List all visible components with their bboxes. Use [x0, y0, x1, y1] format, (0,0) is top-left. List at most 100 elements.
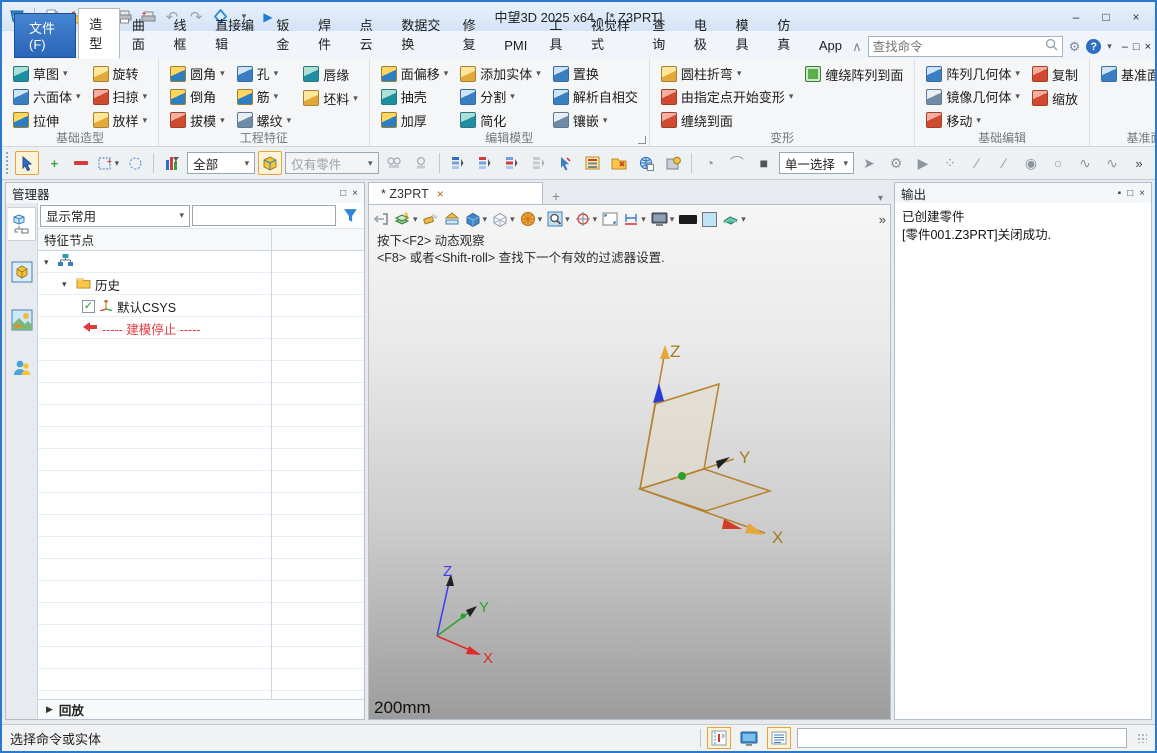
stock-button[interactable]: 坯料 ▾ [300, 86, 361, 110]
sketch-button[interactable]: 草图 ▾ [10, 62, 84, 85]
revolve-button[interactable]: 旋转 [90, 62, 151, 85]
expander-icon[interactable]: ▾ [44, 257, 54, 268]
layer-icon[interactable]: ▾ [394, 209, 418, 229]
face-offset-button[interactable]: 面偏移 ▾ [378, 62, 452, 85]
dialog-launcher-icon[interactable] [637, 136, 646, 144]
output-pin-icon[interactable]: ▪ [1118, 188, 1122, 199]
doc-minimize-button[interactable]: – [1122, 41, 1128, 53]
tree-node-default-csys[interactable]: ✓ 默认CSYS [38, 295, 364, 317]
surface-display-icon[interactable]: ▾ [722, 209, 746, 229]
scale-button[interactable]: 缩放 [1029, 86, 1081, 110]
tab-surface[interactable]: 曲面 [122, 10, 162, 59]
view-manager-tab[interactable] [8, 303, 36, 337]
help-icon[interactable]: ? [1086, 39, 1102, 54]
manager-close-button[interactable]: × [352, 188, 358, 199]
tab-electrode[interactable]: 电极 [684, 10, 724, 59]
help-dropdown-icon[interactable]: ▾ [1107, 42, 1112, 51]
datum-plane-button[interactable]: 基准面▾ [1098, 62, 1155, 86]
manager-restore-button[interactable]: □ [340, 188, 346, 199]
pick-last-icon[interactable] [553, 151, 577, 175]
output-restore-button[interactable]: □ [1127, 188, 1133, 199]
background-blue-swatch[interactable] [702, 209, 718, 229]
pattern-geometry-button[interactable]: 阵列几何体 ▾ [923, 62, 1023, 85]
checkbox-checked[interactable]: ✓ [82, 299, 95, 313]
morph-from-point-button[interactable]: 由指定点开始变形 ▾ [658, 85, 797, 108]
tab-direct-edit[interactable]: 直接编辑 [205, 10, 264, 59]
region-pick-icon[interactable]: ■ [752, 151, 776, 175]
fullscreen-monitor-icon[interactable] [737, 727, 761, 749]
reorder-down-icon[interactable] [499, 151, 523, 175]
pick-cursor-icon[interactable] [15, 151, 40, 175]
output-log[interactable]: 已创建零件 [零件001.Z3PRT]关闭成功. [895, 203, 1151, 719]
wrap-pattern-to-face-button[interactable]: 缠绕阵列到面 [802, 62, 906, 86]
new-document-tab-button[interactable]: + [543, 188, 569, 204]
tree-filter-funnel-icon[interactable] [338, 205, 362, 227]
resolve-self-intersection-button[interactable]: 解析自相交 [550, 85, 641, 108]
cylindrical-bend-button[interactable]: 圆柱折弯 ▾ [658, 62, 797, 85]
viewport-toolbar-overflow-icon[interactable]: » [879, 209, 886, 229]
tree-column-header[interactable]: 特征节点 [38, 229, 364, 251]
tree-node-modeling-stop[interactable]: ----- 建模停止 ----- [38, 317, 364, 339]
replace-button[interactable]: 置换 [550, 62, 641, 85]
tab-shape[interactable]: 造型 [78, 8, 120, 59]
rotate-view-icon[interactable]: ▾ [575, 209, 597, 229]
default-csys-graphic[interactable]: Z X Y [612, 341, 812, 561]
mirror-geometry-button[interactable]: 镜像几何体 ▾ [923, 85, 1023, 108]
part-filter-icon[interactable] [258, 151, 283, 175]
doc-restore-button[interactable]: □ [1133, 41, 1140, 53]
wireframe-display-icon[interactable]: ▾ [492, 209, 515, 229]
playback-bar[interactable]: ▶ 回放 [38, 699, 364, 719]
document-tab-close-icon[interactable]: × [437, 187, 444, 201]
window-close-button[interactable]: × [1123, 8, 1149, 26]
window-minimize-button[interactable]: – [1063, 8, 1089, 26]
toolbar-overflow-icon[interactable]: » [1127, 151, 1151, 175]
tab-simulation[interactable]: 仿真 [767, 10, 807, 59]
tree-root-node[interactable]: ▾ [38, 251, 364, 273]
background-black-swatch[interactable] [679, 209, 698, 229]
ribbon-collapse-icon[interactable]: ∧ [852, 39, 862, 55]
playback-expander-icon[interactable]: ▶ [46, 704, 53, 715]
add-selection-icon[interactable]: + [42, 151, 66, 175]
tab-sheet-metal[interactable]: 钣金 [266, 10, 306, 59]
visual-manager-tab[interactable] [8, 255, 36, 289]
lasso-icon[interactable] [123, 151, 147, 175]
save-settings-icon[interactable] [661, 151, 685, 175]
delete-folder-icon[interactable] [607, 151, 631, 175]
reorder-first-icon[interactable] [445, 151, 469, 175]
filter-bars-icon[interactable] [160, 151, 184, 175]
output-close-button[interactable]: × [1139, 188, 1145, 199]
file-menu-button[interactable]: 文件(F) [14, 13, 77, 58]
shaded-display-icon[interactable]: ▾ [465, 209, 487, 229]
role-manager-tab[interactable] [8, 351, 36, 385]
toolbar-drag-handle[interactable] [6, 152, 9, 174]
display-mode-dropdown[interactable]: 显示常用 ▾ [40, 204, 190, 227]
settings-gear-icon[interactable]: ⚙ [1069, 39, 1081, 55]
tree-node-history[interactable]: ▾ 历史 [38, 273, 364, 295]
tab-point-cloud[interactable]: 点云 [350, 10, 390, 59]
tab-tools[interactable]: 工具 [539, 10, 579, 59]
entity-filter-dropdown[interactable]: 全部 ▾ [187, 152, 256, 174]
add-shape-button[interactable]: 添加实体 ▾ [457, 62, 544, 85]
lip-button[interactable]: 唇缘 [300, 62, 361, 86]
window-maximize-button[interactable]: □ [1093, 8, 1119, 26]
viewport[interactable]: ▾ ▾ ▾ ▾ ▾ ▾ ▾ ▾ ▾ » 按下<F2> 动态观察 <F8> 或者<… [368, 204, 891, 720]
selection-mode-dropdown[interactable]: 单一选择 ▾ [778, 152, 854, 174]
selection-list-icon[interactable] [580, 151, 604, 175]
copy-button[interactable]: 复制 [1029, 62, 1081, 86]
tab-app[interactable]: App [809, 33, 852, 59]
stop-arrow-icon[interactable] [82, 321, 98, 336]
fit-window-icon[interactable] [602, 209, 618, 229]
command-search-input[interactable] [872, 39, 1045, 54]
command-log-icon[interactable] [767, 727, 791, 749]
tree-filter-input[interactable] [192, 205, 336, 226]
part-filter-dropdown[interactable]: 仅有零件 ▾ [285, 152, 379, 174]
doc-close-button[interactable]: × [1145, 41, 1151, 53]
zoom-window-icon[interactable]: ▾ [547, 209, 570, 229]
tab-pmi[interactable]: PMI [494, 33, 537, 59]
tab-visual-style[interactable]: 视觉样式 [581, 10, 640, 59]
render-display-icon[interactable]: ▾ [520, 209, 542, 229]
pick-box-icon[interactable]: + ▾ [96, 151, 120, 175]
sweep-button[interactable]: 扫掠 ▾ [90, 85, 151, 108]
dimension-icon[interactable]: ▾ [623, 209, 646, 229]
remove-selection-icon[interactable] [69, 151, 93, 175]
